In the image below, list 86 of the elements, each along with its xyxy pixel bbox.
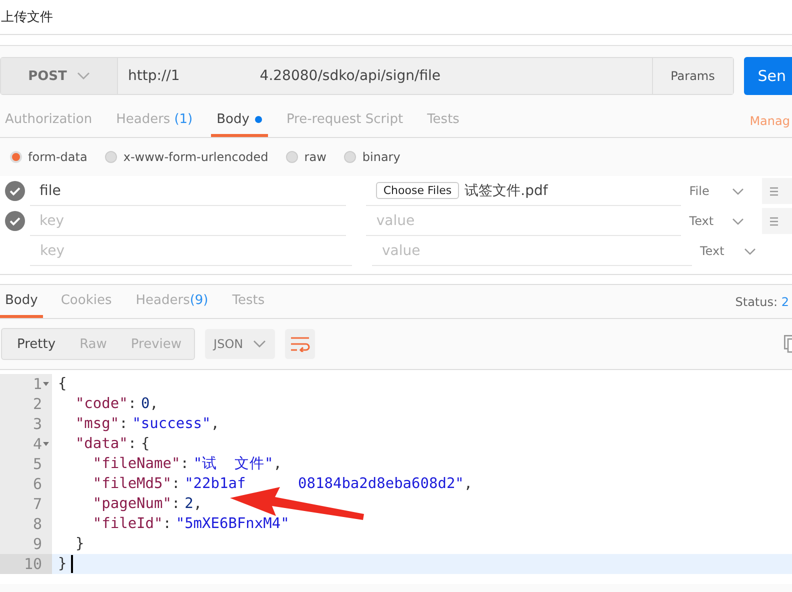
wrap-icon [290,336,310,352]
line-number: 7 [32,494,42,514]
json-punctuation: : [128,395,137,414]
drag-handle[interactable] [762,178,792,204]
format-dropdown[interactable]: JSON [204,329,276,359]
body-mode-radio[interactable]: binary [344,150,400,164]
code-editor[interactable]: 1 { 2 "code": 0, 3 "msg": "success", 4 "data": { 5 "fileName": "试 文件", 6 "fileMd5": "22b1af 08184ba2d8eba608d2", 7 "pageNum": 2, 8 "fileId": "5mXE6BFnxM4" 9 } 10 } [0,369,792,584]
body-mode-radio[interactable]: raw [286,150,326,164]
modified-dot-icon [255,116,262,122]
menu-icon [770,216,778,226]
chevron-down-icon [732,188,744,194]
json-punctuation: , [193,495,202,514]
json-string: 08184ba2d8eba608d2" [298,475,464,494]
response-tab[interactable]: Cookies [60,285,112,318]
json-number: 0 [140,395,150,414]
json-key: "fileMd5" [92,474,172,494]
view-mode-button[interactable]: Pretty [2,329,68,359]
checkbox-checked-icon[interactable] [4,211,25,231]
response-tab[interactable]: Tests [232,285,265,318]
line-number: 6 [32,474,42,494]
status-value: 2 [781,294,789,308]
fold-caret-icon[interactable] [43,382,49,386]
body-mode-radio[interactable]: x-www-form-urlencoded [105,150,268,164]
json-key: "msg" [75,414,120,434]
request-tab[interactable]: Body [210,104,268,137]
json-punctuation: } [75,535,84,554]
json-punctuation: : [171,475,180,494]
request-tab[interactable]: Authorization [5,104,92,137]
json-punctuation: : [171,495,180,514]
response-tab[interactable]: Body [0,285,43,318]
method-dropdown[interactable]: POST [1,58,118,94]
fold-caret-icon[interactable] [43,442,49,446]
line-number: 9 [32,534,42,554]
request-tab[interactable]: Tests [427,104,460,137]
json-key: "fileName" [92,454,180,474]
json-punctuation: } [58,555,67,574]
type-dropdown[interactable]: Text [689,214,752,228]
chevron-down-icon [744,248,756,254]
type-dropdown[interactable]: File [689,184,752,198]
json-key: "data" [75,434,128,454]
json-punctuation: : [119,415,128,434]
json-punctuation: : [162,515,172,534]
send-button[interactable]: Sen [744,57,792,95]
status-label: Status: [735,294,778,308]
drag-handle[interactable] [762,208,792,234]
line-number: 4 [32,434,42,454]
json-string: "试 [193,455,218,474]
type-dropdown[interactable]: Text [700,244,764,258]
json-string: "success" [132,415,211,434]
line-number: 2 [32,394,42,414]
menu-icon [770,186,778,196]
line-number: 10 [24,554,42,574]
chevron-down-icon [76,72,90,80]
params-button[interactable]: Params [652,58,733,94]
choose-files-button[interactable]: Choose Files [376,182,459,199]
json-punctuation: { [58,375,67,394]
line-number: 8 [32,514,42,534]
json-punctuation: , [273,455,282,474]
line-number: 3 [32,414,42,434]
wrap-lines-button[interactable] [285,329,316,359]
chevron-down-icon [253,340,266,348]
json-key: "pageNum" [92,494,172,514]
json-punctuation: { [140,435,150,454]
body-mode-radio[interactable]: form-data [10,150,88,164]
url-field[interactable]: http://1 4.28080/sdko/api/sign/file [118,58,652,94]
chevron-down-icon [732,218,744,224]
key-field[interactable]: file [40,182,61,198]
json-punctuation: , [210,415,220,434]
json-string: "5mXE6BFnxM4" [176,515,290,534]
json-key: "fileId" [92,514,163,534]
json-punctuation: : [180,455,189,474]
window-title: 上传文件 [0,9,53,26]
request-tab[interactable]: Pre-request Script [286,104,404,137]
json-punctuation: , [464,475,473,494]
json-punctuation: : [128,435,137,454]
line-number: 5 [32,454,42,474]
json-number: 2 [184,495,194,514]
file-name: 试签文件.pdf [464,182,548,200]
json-string: 文件" [234,455,274,474]
json-punctuation: , [150,395,158,414]
response-tab[interactable]: Headers(9) [136,285,208,318]
json-string: "22b1af [184,475,246,494]
json-key: "code" [75,394,128,414]
request-tab[interactable]: Headers (1) [116,104,193,137]
line-number: 1 [32,374,42,394]
checkbox-checked-icon[interactable] [4,181,25,201]
